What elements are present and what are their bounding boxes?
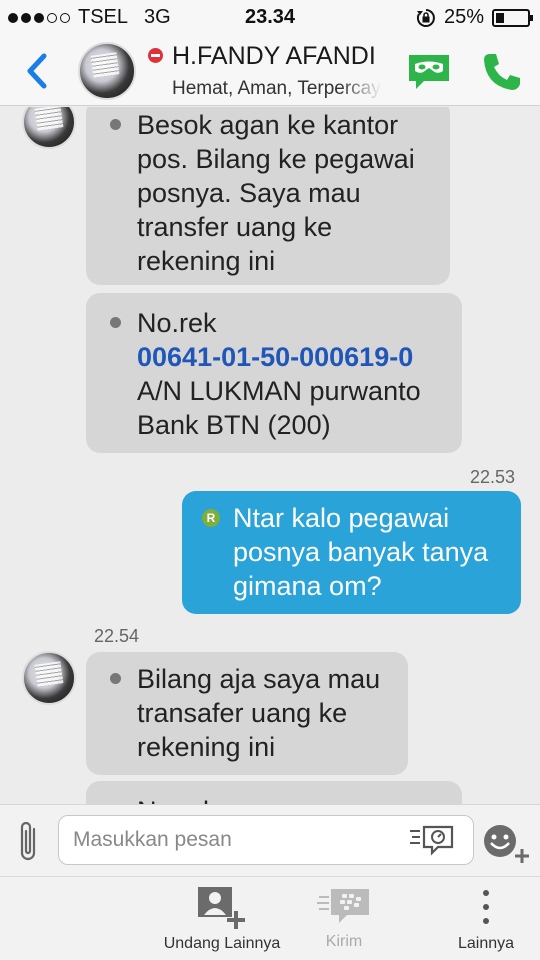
- paperclip-icon[interactable]: [14, 819, 42, 865]
- bbm-bullet-icon: [110, 317, 121, 328]
- tab-send[interactable]: Kirim: [294, 877, 394, 960]
- sticker-icon[interactable]: [408, 823, 456, 857]
- sender-avatar[interactable]: [22, 651, 76, 705]
- status-bar: TSEL 3G 23.34 25%: [0, 0, 540, 36]
- read-receipt-icon: R: [202, 509, 220, 527]
- message-line: Besok agan ke kantor: [137, 110, 399, 140]
- message-timestamp: 22.53: [470, 467, 516, 487]
- message-composer: [0, 804, 540, 876]
- tab-more[interactable]: Lainnya: [436, 877, 536, 960]
- contact-name[interactable]: H.FANDY AFANDI: [172, 42, 382, 71]
- tab-label: Undang Lainnya: [163, 935, 281, 952]
- message-line: No.rek: [137, 308, 217, 338]
- account-number-link[interactable]: 00641-01-50-000619-0: [137, 340, 421, 374]
- message-line: pos. Bilang ke pegawai: [137, 144, 415, 174]
- bbm-bullet-icon: [110, 673, 121, 684]
- message-line: rekening ini: [137, 732, 276, 762]
- phone-icon[interactable]: [480, 50, 524, 94]
- tab-invite-others[interactable]: Undang Lainnya: [152, 877, 292, 960]
- battery-icon: [492, 8, 533, 27]
- message-line: Bilang aja saya mau: [137, 664, 381, 694]
- message-line: posnya. Saya mau: [137, 178, 361, 208]
- battery-percent: 25%: [443, 6, 484, 28]
- message-list[interactable]: Besok agan ke kantor pos. Bilang ke pega…: [0, 107, 540, 804]
- video-chat-icon[interactable]: [406, 52, 452, 92]
- send-bbm-icon: [317, 889, 369, 923]
- message-line: transafer uang ke: [137, 698, 348, 728]
- message-line: gimana om?: [233, 571, 382, 601]
- message-line: No.rek: [137, 794, 217, 804]
- bbm-bullet-icon: [110, 119, 121, 130]
- contact-status: Hemat, Aman, Terpercaya: [172, 78, 382, 99]
- message-bubble-incoming[interactable]: Bilang aja saya mau transafer uang ke re…: [86, 652, 408, 775]
- status-right: 25%: [416, 6, 533, 29]
- bottom-action-bar: Undang Lainnya Kirim Lainnya: [0, 876, 540, 960]
- message-line: A/N LUKMAN purwanto: [137, 376, 421, 406]
- more-vertical-icon: [483, 890, 489, 924]
- message-bubble-incoming[interactable]: Besok agan ke kantor pos. Bilang ke pega…: [86, 107, 450, 285]
- contact-avatar[interactable]: [78, 42, 136, 100]
- tab-label: Lainnya: [457, 935, 515, 952]
- message-line: transfer uang ke: [137, 212, 333, 242]
- message-timestamp: 22.54: [94, 626, 140, 646]
- message-bubble-outgoing[interactable]: R Ntar kalo pegawai posnya banyak tanya …: [182, 491, 521, 614]
- chat-header: H.FANDY AFANDI Hemat, Aman, Terpercaya: [0, 36, 540, 106]
- do-not-disturb-icon: [148, 48, 163, 63]
- message-line: rekening ini: [137, 246, 276, 276]
- sender-avatar[interactable]: [22, 107, 76, 149]
- message-line: Ntar kalo pegawai: [233, 503, 450, 533]
- message-line: Bank BTN (200): [137, 410, 331, 440]
- emoticon-icon[interactable]: [482, 823, 530, 865]
- message-line: posnya banyak tanya: [233, 537, 489, 567]
- message-bubble-incoming[interactable]: No.rek 00641-01-50-000619-0 A/N LUKMAN p…: [86, 293, 462, 453]
- battery-fill: [496, 12, 504, 23]
- rotation-lock-icon: [416, 8, 435, 27]
- tab-label: Kirim: [325, 933, 363, 950]
- message-bubble-incoming[interactable]: No.rek: [86, 781, 462, 804]
- chevron-left-icon[interactable]: [20, 50, 56, 92]
- add-contact-icon: [198, 887, 245, 929]
